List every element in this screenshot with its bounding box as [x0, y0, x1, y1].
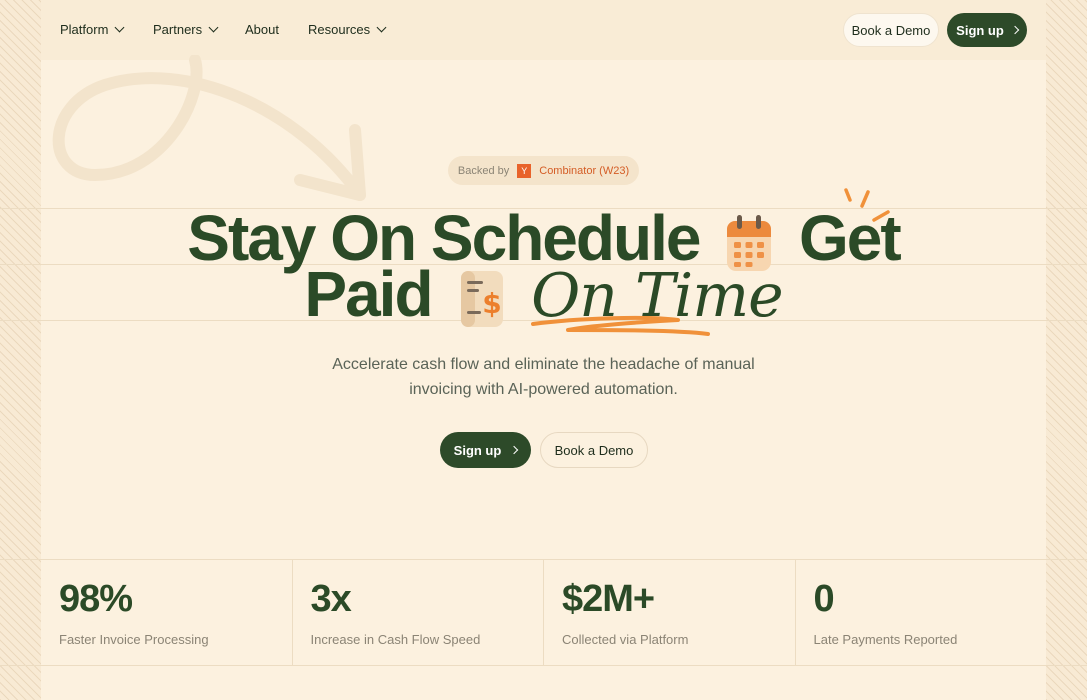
- underline-scribble-icon: [531, 315, 710, 336]
- chevron-right-icon: [1010, 25, 1020, 35]
- svg-text:$: $: [483, 287, 501, 320]
- book-demo-button[interactable]: Book a Demo: [843, 13, 939, 47]
- grid-line: [0, 665, 1087, 666]
- yc-logo: Y: [517, 163, 532, 178]
- stat-value: 3x: [310, 578, 352, 620]
- stat-card: 3x Increase in Cash Flow Speed: [293, 560, 544, 665]
- subtitle-line: Accelerate cash flow and eliminate the h…: [332, 356, 755, 373]
- chevron-down-icon: [376, 22, 387, 33]
- sign-up-button[interactable]: Sign up: [947, 13, 1027, 47]
- chevron-down-icon: [114, 22, 125, 33]
- hero-sign-up-button[interactable]: Sign up: [440, 432, 531, 468]
- stat-value: 0: [813, 578, 835, 620]
- hero-subtitle: Accelerate cash flow and eliminate the h…: [0, 352, 1087, 402]
- stat-label: Increase in Cash Flow Speed: [310, 632, 481, 647]
- stat-label: Late Payments Reported: [813, 632, 958, 647]
- top-nav: Platform Partners About Resources Book a…: [0, 0, 1087, 60]
- nav-platform[interactable]: Platform: [60, 22, 125, 37]
- nav-label: Resources: [308, 22, 371, 37]
- sign-up-label: Sign up: [956, 22, 1004, 38]
- nav-label: Partners: [153, 22, 203, 37]
- badge-prefix: Backed by: [457, 164, 510, 177]
- sparkle-icon: [844, 188, 890, 222]
- headline-text: Paid: [304, 258, 433, 330]
- nav-partners[interactable]: Partners: [153, 22, 219, 37]
- nav-resources[interactable]: Resources: [308, 22, 387, 37]
- backed-by-badge[interactable]: Backed by Y Combinator (W23): [448, 156, 639, 185]
- chevron-right-icon: [510, 445, 519, 455]
- chevron-down-icon: [208, 22, 219, 33]
- nav-label: Platform: [60, 22, 109, 37]
- right-hatch-margin: [1045, 0, 1087, 700]
- badge-text: Combinator (W23): [539, 164, 630, 177]
- stat-label: Faster Invoice Processing: [59, 632, 209, 647]
- stat-label: Collected via Platform: [562, 632, 689, 647]
- left-hatch-margin: [0, 0, 42, 700]
- subtitle-line: invoicing with AI-powered automation.: [409, 381, 678, 398]
- nav-label: About: [245, 22, 279, 37]
- stat-card: 0 Late Payments Reported: [796, 560, 1047, 665]
- decorative-arrow-icon: [52, 55, 366, 201]
- stat-value: $2M+: [562, 578, 655, 620]
- stat-card: $2M+ Collected via Platform: [544, 560, 796, 665]
- stat-value: 98%: [59, 578, 133, 620]
- invoice-dollar-icon: $: [461, 271, 504, 328]
- stat-card: 98% Faster Invoice Processing: [41, 560, 293, 665]
- hero-book-demo-button[interactable]: Book a Demo: [540, 432, 648, 468]
- nav-about[interactable]: About: [245, 22, 279, 37]
- cta-label: Sign up: [453, 442, 502, 458]
- stats-row: 98% Faster Invoice Processing 3x Increas…: [41, 560, 1046, 665]
